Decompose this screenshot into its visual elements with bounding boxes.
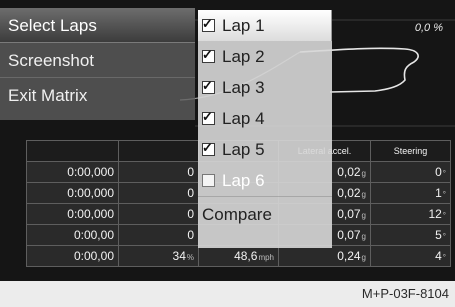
cell-unit: ° (442, 253, 446, 262)
cell-unit: % (186, 253, 194, 262)
cell-value: 0:00,00 (73, 228, 114, 242)
cell-unit: g (361, 211, 366, 220)
cell-value: 12 (428, 207, 442, 221)
menu-item-screenshot[interactable]: Screenshot (0, 43, 195, 78)
table-cell: 12° (370, 203, 451, 225)
cell-unit: ° (442, 232, 446, 241)
checked-checkbox-icon[interactable]: ✓ (202, 16, 215, 32)
matrix-menu: Select Laps Screenshot Exit Matrix (0, 8, 195, 120)
cell-unit: ° (442, 169, 446, 178)
checked-checkbox-icon[interactable]: ✓ (202, 109, 215, 125)
checkmark-icon: ✓ (202, 78, 213, 93)
table-cell: 0 (118, 224, 199, 246)
lap-option-4[interactable]: ✓ Lap 4 (198, 103, 332, 134)
lap-option-label: Lap 5 (222, 139, 265, 159)
cell-value: 0 (187, 207, 194, 221)
checkmark-icon: ✓ (202, 16, 213, 31)
checkmark-icon: ✓ (202, 109, 213, 124)
lap-option-label: Lap 3 (222, 77, 265, 97)
lap-select-submenu: ✓ Lap 1 ✓ Lap 2 ✓ Lap 3 ✓ Lap 4 ✓ Lap 5 Lap 6 Comp… (198, 10, 332, 248)
checkmark-icon: ✓ (202, 47, 213, 62)
checked-checkbox-icon[interactable]: ✓ (202, 140, 215, 156)
table-cell: 0:00,000 (26, 182, 119, 204)
table-header-cell: Steering (370, 140, 451, 162)
lap-option-label: Lap 4 (222, 108, 265, 128)
cell-unit: ° (442, 211, 446, 220)
cell-value: 0:00,000 (67, 207, 114, 221)
table-cell: 5° (370, 224, 451, 246)
table-header-cell (26, 140, 119, 162)
table-cell: 0:00,000 (26, 161, 119, 183)
cell-unit: g (361, 190, 366, 199)
table-cell: 0 (118, 161, 199, 183)
table-cell: 0:00,00 (26, 245, 119, 267)
table-cell: 0:00,00 (26, 224, 119, 246)
cell-value: 1 (435, 186, 442, 200)
lap-option-label: Lap 6 (222, 170, 265, 190)
cell-unit: g (361, 253, 366, 262)
table-cell: 1° (370, 182, 451, 204)
cell-value: 0 (187, 228, 194, 242)
table-cell: 0° (370, 161, 451, 183)
cell-unit: g (361, 169, 366, 178)
cell-value: 34 (172, 249, 186, 263)
menu-item-exit-matrix[interactable]: Exit Matrix (0, 78, 195, 113)
checkmark-icon: ✓ (202, 140, 213, 155)
cell-value: 0,07 (337, 207, 361, 221)
cell-value: 0 (435, 165, 442, 179)
cell-unit: ° (442, 190, 446, 199)
compare-button[interactable]: Compare (198, 196, 332, 232)
lap-option-6[interactable]: Lap 6 (198, 165, 332, 196)
lap-option-3[interactable]: ✓ Lap 3 (198, 72, 332, 103)
cell-value: 0,02 (337, 186, 361, 200)
cell-value: 0,02 (337, 165, 361, 179)
lap-option-label: Lap 1 (222, 15, 265, 35)
lap-option-label: Lap 2 (222, 46, 265, 66)
checked-checkbox-icon[interactable]: ✓ (202, 78, 215, 94)
cell-value: 0 (187, 186, 194, 200)
checked-checkbox-icon[interactable]: ✓ (202, 47, 215, 63)
table-cell: 4° (370, 245, 451, 267)
table-row: 0:00,00 34% 48,6mph 0,24g 4° (26, 245, 451, 267)
table-cell: 0,24g (278, 245, 371, 267)
cell-value: 0:00,000 (67, 165, 114, 179)
percent-readout: 0,0 % (414, 22, 443, 34)
menu-item-select-laps[interactable]: Select Laps (0, 8, 195, 43)
cell-value: 0:00,000 (67, 186, 114, 200)
table-cell: 48,6mph (198, 245, 279, 267)
image-caption: M+P-03F-8104 (0, 281, 455, 307)
cell-value: 4 (435, 249, 442, 263)
table-cell: 34% (118, 245, 199, 267)
table-cell: 0:00,000 (26, 203, 119, 225)
cell-unit: g (361, 232, 366, 241)
lap-option-1[interactable]: ✓ Lap 1 (198, 10, 332, 41)
table-cell: 0 (118, 182, 199, 204)
cell-value: 0,07 (337, 228, 361, 242)
cell-value: 0,24 (337, 249, 361, 263)
cell-unit: mph (258, 253, 274, 262)
lap-option-5[interactable]: ✓ Lap 5 (198, 134, 332, 165)
matrix-screen: 0,0 % Lateral accel.Steering0:00,00000,0… (0, 0, 455, 281)
cell-value: 48,6 (234, 249, 258, 263)
lap-option-2[interactable]: ✓ Lap 2 (198, 41, 332, 72)
unchecked-checkbox-icon[interactable] (202, 174, 215, 187)
cell-value: 5 (435, 228, 442, 242)
cell-value: 0 (187, 165, 194, 179)
table-cell: 0 (118, 203, 199, 225)
cell-value: 0:00,00 (73, 249, 114, 263)
table-header-cell (118, 140, 199, 162)
